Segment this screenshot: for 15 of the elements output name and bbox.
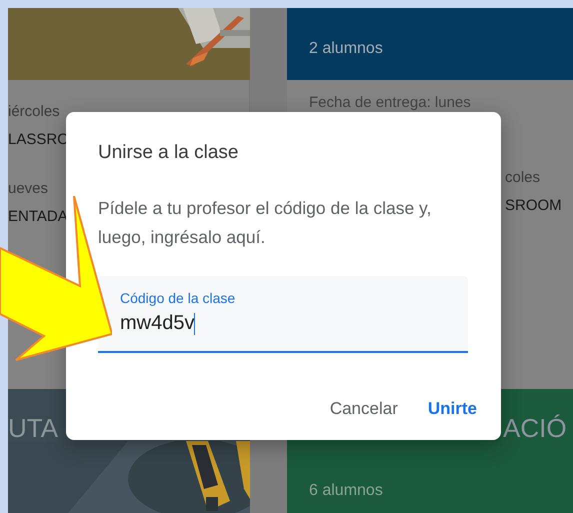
student-count: 6 alumnos (309, 482, 383, 500)
card-detail-text: ENTADA (8, 207, 68, 227)
card-detail-text: iércoles (8, 102, 60, 122)
card-detail-text: ueves (8, 179, 48, 199)
join-button[interactable]: Unirte (420, 393, 485, 425)
due-date-text: Fecha de entrega: lunes (309, 94, 472, 111)
dialog-message: Pídele a tu profesor el código de la clase y, luego, ingrésalo aquí. (98, 197, 432, 249)
dialog-title: Unirse a la clase (98, 142, 240, 164)
course-title: UTA (8, 413, 58, 444)
course-title: ACIÓ (503, 413, 567, 444)
cancel-button[interactable]: Cancelar (322, 393, 406, 425)
student-count: 2 alumnos (309, 40, 383, 58)
class-code-field[interactable]: Código de la clase mw4d5v (98, 276, 468, 353)
card-detail-text: SROOM (505, 196, 563, 216)
card-detail-text: coles (505, 168, 542, 188)
